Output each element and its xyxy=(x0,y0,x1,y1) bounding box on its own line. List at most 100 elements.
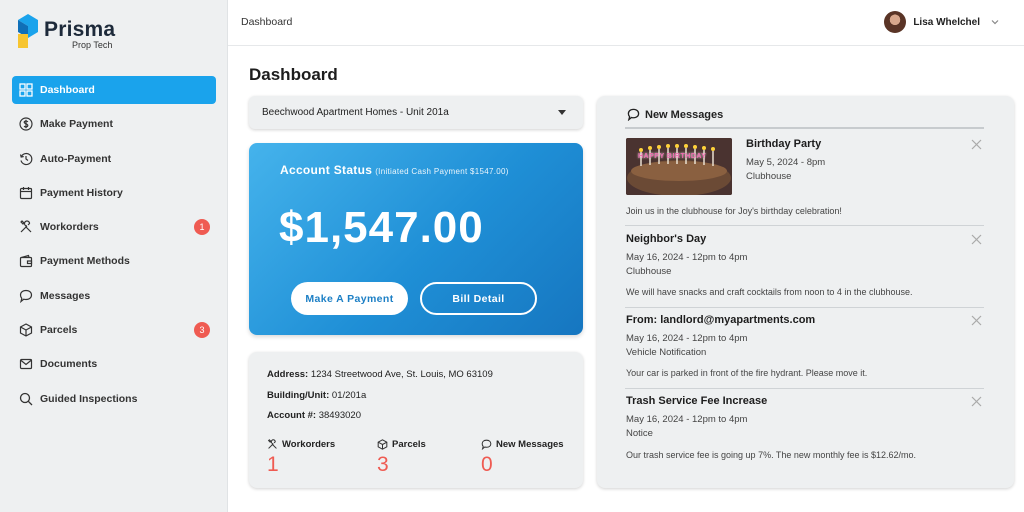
messages-header: New Messages xyxy=(627,108,723,121)
chevron-down-icon xyxy=(991,20,999,25)
close-icon[interactable] xyxy=(971,315,982,326)
stat-value: 3 xyxy=(377,453,389,476)
sidebar-item-dashboard[interactable]: Dashboard xyxy=(12,76,216,104)
sidebar-item-label: Guided Inspections xyxy=(40,392,138,405)
account-status-card: Account Status (Initiated Cash Payment $1… xyxy=(249,143,583,335)
page-title: Dashboard xyxy=(249,65,338,84)
address-line: Address: 1234 Streetwood Ave, St. Louis,… xyxy=(267,369,493,380)
tools-icon xyxy=(18,219,34,235)
stat-label: Workorders xyxy=(282,439,336,450)
stat-value: 0 xyxy=(481,453,493,476)
message-location: Notice xyxy=(626,428,653,439)
message-location: Clubhouse xyxy=(746,171,792,182)
close-icon[interactable] xyxy=(971,234,982,245)
unit-value: 01/201a xyxy=(331,390,367,401)
chat-bubble-icon xyxy=(627,108,640,121)
sidebar-item-label: Parcels xyxy=(40,324,78,337)
stat-label: Parcels xyxy=(392,439,426,450)
caret-down-icon xyxy=(558,110,566,115)
close-icon[interactable] xyxy=(971,396,982,407)
app-name: Prisma xyxy=(44,18,116,41)
message-title[interactable]: From: landlord@myapartments.com xyxy=(626,314,815,326)
message-body: Our trash service fee is going up 7%. Th… xyxy=(626,450,916,460)
message-title[interactable]: Neighbor's Day xyxy=(626,233,706,245)
unit-label: Building/Unit: xyxy=(267,390,330,401)
chat-bubble-icon xyxy=(18,288,34,304)
user-name: Lisa Whelchel xyxy=(913,16,980,28)
account-status-label: Account Status xyxy=(280,163,373,177)
messages-panel: New Messages HAPPY BIRTHDAY Birthday Par… xyxy=(597,96,1014,488)
account-status-subtitle: (Initiated Cash Payment $1547.00) xyxy=(375,167,509,176)
property-select-value: Beechwood Apartment Homes - Unit 201a xyxy=(262,107,449,118)
account-number-line: Account #: 38493020 xyxy=(267,410,361,421)
sidebar-item-label: Payment Methods xyxy=(40,255,130,268)
sidebar-item-guided-inspections[interactable]: Guided Inspections xyxy=(12,385,216,413)
calendar-icon xyxy=(18,185,34,201)
stat-new-messages[interactable]: New Messages 0 xyxy=(481,439,564,477)
user-menu[interactable]: Lisa Whelchel xyxy=(884,11,1000,33)
grid-icon xyxy=(18,82,34,98)
close-icon[interactable] xyxy=(971,139,982,150)
history-icon xyxy=(18,151,34,167)
sidebar-item-make-payment[interactable]: Make Payment xyxy=(12,110,216,138)
sidebar-item-label: Make Payment xyxy=(40,118,113,131)
bill-detail-button[interactable]: Bill Detail xyxy=(420,282,537,315)
sidebar-item-messages[interactable]: Messages xyxy=(12,282,216,310)
account-info-card: Address: 1234 Streetwood Ave, St. Louis,… xyxy=(249,352,583,488)
stat-label-row: Workorders xyxy=(267,439,335,450)
make-payment-button[interactable]: Make A Payment xyxy=(291,282,408,315)
sidebar-nav: Dashboard Make Payment Auto-Payment Paym… xyxy=(12,76,216,419)
search-icon xyxy=(18,391,34,407)
sidebar-item-documents[interactable]: Documents xyxy=(12,350,216,378)
message-location: Clubhouse xyxy=(626,266,672,277)
stat-workorders[interactable]: Workorders 1 xyxy=(267,439,335,477)
prisma-logo-icon xyxy=(18,14,38,48)
message-title[interactable]: Birthday Party xyxy=(746,138,821,150)
stat-label-row: Parcels xyxy=(377,439,426,450)
sidebar-item-workorders[interactable]: Workorders 1 xyxy=(12,213,216,241)
cake-banner-text: HAPPY BIRTHDAY xyxy=(638,153,707,160)
message-date: May 5, 2024 - 8pm xyxy=(746,157,826,168)
divider xyxy=(625,307,984,308)
stat-label: New Messages xyxy=(496,439,564,450)
message-body: We will have snacks and craft cocktails … xyxy=(626,287,913,297)
box-icon xyxy=(18,322,34,338)
address-label: Address: xyxy=(267,369,309,380)
property-select[interactable]: Beechwood Apartment Homes - Unit 201a xyxy=(249,96,583,129)
sidebar-item-label: Dashboard xyxy=(40,84,95,96)
box-icon xyxy=(377,439,388,450)
message-body: Your car is parked in front of the fire … xyxy=(626,368,868,378)
divider xyxy=(625,127,984,129)
account-status-title: Account Status (Initiated Cash Payment $1… xyxy=(280,163,509,177)
sidebar-item-parcels[interactable]: Parcels 3 xyxy=(12,316,216,344)
message-date: May 16, 2024 - 12pm to 4pm xyxy=(626,252,748,263)
sidebar-item-label: Workorders xyxy=(40,221,99,234)
account-number-label: Account #: xyxy=(267,410,317,421)
chat-bubble-icon xyxy=(481,439,492,450)
stat-value: 1 xyxy=(267,453,279,476)
sidebar-item-auto-payment[interactable]: Auto-Payment xyxy=(12,145,216,173)
message-title[interactable]: Trash Service Fee Increase xyxy=(626,395,767,407)
app-subtitle: Prop Tech xyxy=(72,40,113,50)
messages-header-label: New Messages xyxy=(645,108,724,121)
avatar xyxy=(884,11,907,33)
wallet-icon xyxy=(18,253,34,269)
address-value: 1234 Streetwood Ave, St. Louis, MO 63109 xyxy=(310,369,493,380)
divider xyxy=(625,388,984,389)
workorders-badge: 1 xyxy=(194,219,210,236)
account-balance: $1,547.00 xyxy=(279,203,484,252)
sidebar-item-payment-history[interactable]: Payment History xyxy=(12,179,216,207)
message-location: Vehicle Notification xyxy=(626,347,707,358)
sidebar-item-label: Payment History xyxy=(40,186,123,199)
stat-label-row: New Messages xyxy=(481,439,564,450)
sidebar-item-label: Messages xyxy=(40,289,91,302)
message-body: Join us in the clubhouse for Joy's birth… xyxy=(626,206,842,216)
app-logo[interactable]: Prisma Prop Tech xyxy=(16,14,136,54)
unit-line: Building/Unit: 01/201a xyxy=(267,390,366,401)
message-date: May 16, 2024 - 12pm to 4pm xyxy=(626,414,748,425)
stat-parcels[interactable]: Parcels 3 xyxy=(377,439,426,477)
breadcrumb: Dashboard xyxy=(241,16,293,28)
sidebar-item-label: Auto-Payment xyxy=(40,152,112,165)
tools-icon xyxy=(267,439,277,449)
sidebar-item-payment-methods[interactable]: Payment Methods xyxy=(12,247,216,275)
